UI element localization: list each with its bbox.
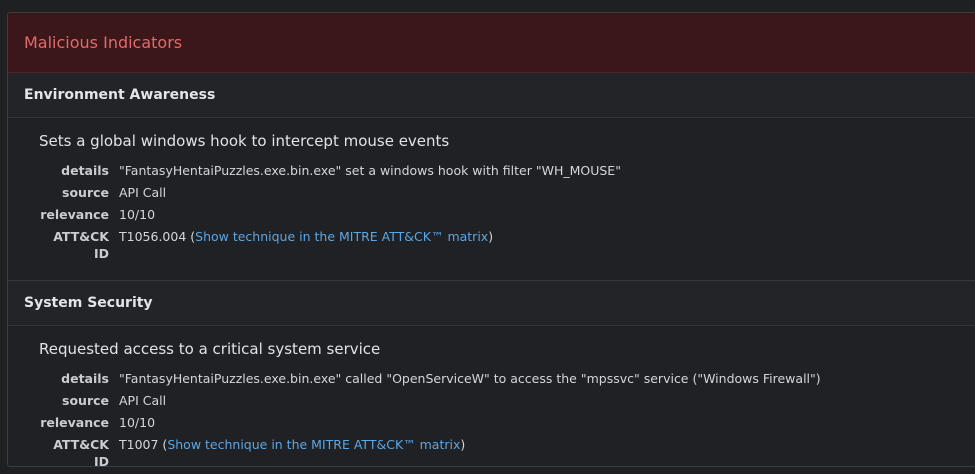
source-value: API Call — [119, 185, 167, 200]
section-title: Environment Awareness — [24, 87, 216, 103]
panel-header[interactable]: Malicious Indicators — [8, 13, 975, 73]
section-header-environment-awareness[interactable]: Environment Awareness — [8, 73, 975, 118]
section-title: System Security — [24, 295, 153, 311]
attck-value: T1007 (Show technique in the MITRE ATT&C… — [119, 437, 466, 452]
indicator-title: Sets a global windows hook to intercept … — [39, 132, 450, 150]
mitre-technique-link[interactable]: Show technique in the MITRE ATT&CK™ matr… — [195, 229, 488, 244]
attck-id: T1056.004 — [119, 229, 187, 244]
attck-id: T1007 — [119, 437, 159, 452]
details-label: details — [61, 371, 109, 386]
indicator-title: Requested access to a critical system se… — [39, 340, 381, 358]
relevance-label: relevance — [40, 207, 109, 222]
indicator-details: details "FantasyHentaiPuzzles.exe.bin.ex… — [39, 162, 975, 262]
attck-label: ATT&CK ID — [53, 437, 109, 467]
attck-label: ATT&CK ID — [53, 229, 109, 261]
relevance-value: 10/10 — [119, 207, 156, 222]
mitre-technique-link[interactable]: Show technique in the MITRE ATT&CK™ matr… — [167, 437, 460, 452]
details-value: "FantasyHentaiPuzzles.exe.bin.exe" set a… — [119, 163, 621, 178]
source-label: source — [62, 185, 109, 200]
malicious-indicators-panel: Malicious Indicators Environment Awarene… — [7, 12, 975, 467]
source-value: API Call — [119, 393, 167, 408]
attck-value: T1056.004 (Show technique in the MITRE A… — [119, 229, 494, 244]
section-header-system-security[interactable]: System Security — [8, 281, 975, 326]
panel-title: Malicious Indicators — [24, 33, 183, 52]
section-body-system-security: Requested access to a critical system se… — [8, 326, 975, 467]
source-label: source — [62, 393, 109, 408]
relevance-label: relevance — [40, 415, 109, 430]
details-label: details — [61, 163, 109, 178]
relevance-value: 10/10 — [119, 415, 156, 430]
details-value: "FantasyHentaiPuzzles.exe.bin.exe" calle… — [119, 371, 821, 386]
indicator-details: details "FantasyHentaiPuzzles.exe.bin.ex… — [39, 370, 975, 467]
section-body-environment-awareness: Sets a global windows hook to intercept … — [8, 118, 975, 281]
